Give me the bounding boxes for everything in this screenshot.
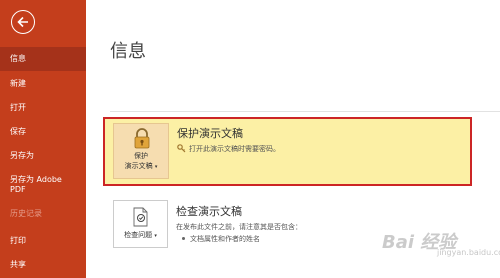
section-divider bbox=[110, 111, 500, 112]
protect-presentation-button[interactable]: 保护 演示文稿 ▾ bbox=[113, 123, 169, 179]
inspect-title: 检查演示文稿 bbox=[176, 205, 242, 218]
sidebar-item-save-as[interactable]: 另存为 bbox=[0, 144, 86, 168]
back-arrow-icon bbox=[17, 16, 28, 28]
document-check-icon bbox=[133, 207, 148, 227]
inspect-bullet-item: 文档属性和作者的姓名 bbox=[190, 235, 260, 243]
backstage-sidebar: 信息 新建 打开 保存 另存为 另存为 Adobe PDF 历史记录 打印 共享 bbox=[0, 0, 86, 278]
lock-key-icon bbox=[134, 128, 150, 149]
dropdown-caret-icon: ▾ bbox=[154, 233, 157, 239]
page-title: 信息 bbox=[110, 41, 146, 62]
dropdown-caret-icon: ▾ bbox=[154, 164, 158, 170]
back-button[interactable] bbox=[11, 10, 35, 34]
watermark-url: jingyan.baidu.com bbox=[437, 248, 500, 257]
inspect-button-label: 检查问题 ▾ bbox=[114, 231, 167, 241]
key-icon bbox=[177, 144, 186, 153]
sidebar-item-new[interactable]: 新建 bbox=[0, 72, 86, 96]
inspect-description: 在发布此文件之前，请注意其是否包含： bbox=[176, 223, 302, 231]
sidebar-item-save-as-pdf[interactable]: 另存为 Adobe PDF bbox=[0, 172, 86, 200]
sidebar-item-open[interactable]: 打开 bbox=[0, 96, 86, 120]
bullet-icon bbox=[182, 237, 185, 240]
sidebar-item-print[interactable]: 打印 bbox=[0, 229, 86, 253]
sidebar-item-save-as-pdf-line2: PDF bbox=[10, 185, 26, 194]
sidebar-item-share[interactable]: 共享 bbox=[0, 253, 86, 277]
sidebar-item-info[interactable]: 信息 bbox=[0, 47, 86, 71]
protect-button-label-line2: 演示文稿 ▾ bbox=[114, 162, 168, 172]
sidebar-item-history: 历史记录 bbox=[10, 209, 42, 218]
sidebar-item-save[interactable]: 保存 bbox=[0, 120, 86, 144]
inspect-button-label-text: 检查问题 bbox=[124, 231, 153, 239]
protect-button-label-text: 演示文稿 bbox=[124, 162, 153, 170]
sidebar-item-save-as-pdf-line1: 另存为 Adobe bbox=[10, 175, 62, 184]
protect-button-label-line1: 保护 bbox=[134, 152, 148, 160]
protect-title: 保护演示文稿 bbox=[177, 127, 243, 140]
inspect-issues-button[interactable]: 检查问题 ▾ bbox=[113, 200, 168, 248]
protect-presentation-section: 保护 演示文稿 ▾ 保护演示文稿 打开此演示文稿时需要密码。 bbox=[103, 117, 472, 186]
protect-description: 打开此演示文稿时需要密码。 bbox=[189, 145, 280, 153]
